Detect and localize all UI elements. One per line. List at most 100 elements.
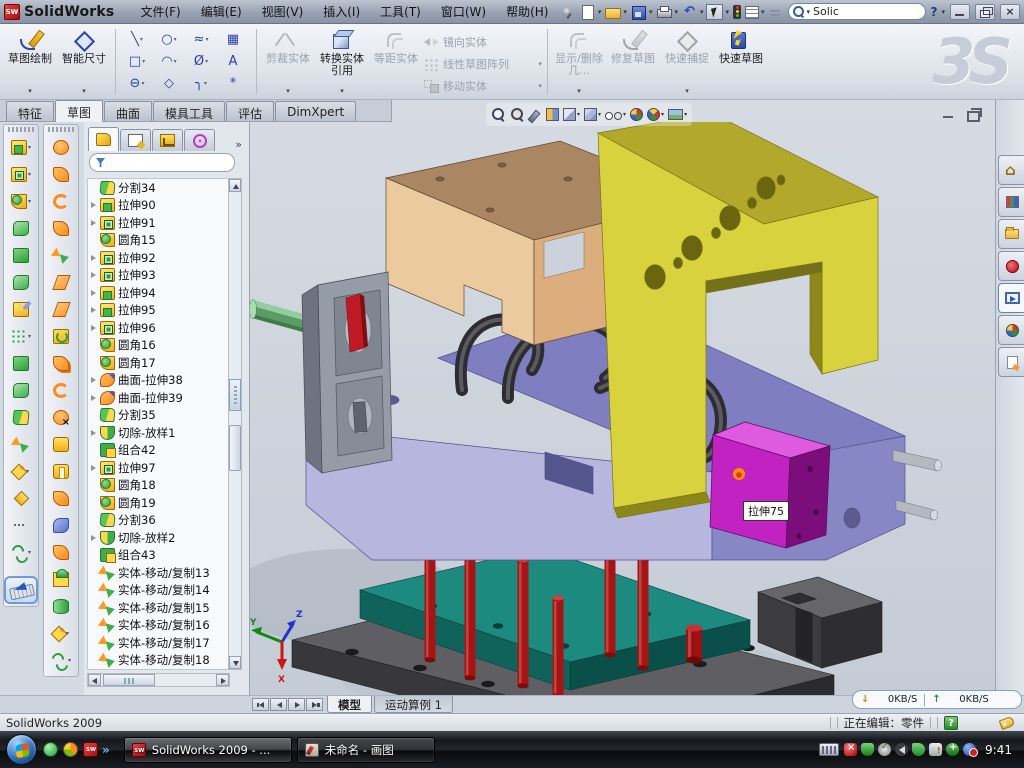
ribbon-tab[interactable]: 评估 (226, 101, 274, 121)
tree-item[interactable]: 拉伸95 (90, 302, 229, 320)
menu-item[interactable]: 帮助(H) (498, 1, 556, 22)
dropdown-arrow-icon[interactable]: ▾ (141, 80, 144, 87)
doc-tab[interactable]: 运动算例 1 (374, 696, 453, 713)
tool-button[interactable] (45, 566, 77, 593)
restore-button[interactable] (975, 4, 995, 20)
sketch-entity-button[interactable]: A (217, 51, 249, 72)
quick-tips-icon[interactable]: ? (944, 716, 958, 730)
model-exploded-view[interactable]: Y Z X (250, 122, 995, 695)
tool-button[interactable] (5, 485, 37, 512)
tree-item[interactable]: 圆角18 (90, 477, 229, 495)
tool-button[interactable] (5, 215, 37, 242)
system-gear-icon[interactable] (878, 743, 891, 756)
measure-tool-button-active[interactable] (4, 576, 38, 604)
convert-entities-button[interactable]: 转换实体引用 ▾ (316, 27, 368, 96)
dropdown-arrow-icon[interactable]: ▾ (28, 333, 31, 340)
tool-button[interactable] (5, 242, 37, 269)
solidworks-shortcut-icon[interactable] (83, 742, 98, 757)
tool-button[interactable] (45, 323, 77, 350)
tool-button[interactable] (45, 431, 77, 458)
tool-button[interactable]: ▾ (45, 647, 77, 674)
first-tab-button[interactable] (252, 698, 269, 711)
tree-item[interactable]: 圆角15 (90, 232, 229, 250)
hide-show-items-button[interactable]: ▾ (605, 110, 626, 120)
menu-item[interactable]: 文件(F) (132, 1, 188, 22)
dropdown-arrow-icon[interactable]: ▾ (174, 58, 177, 65)
dropdown-arrow-icon[interactable]: ▾ (661, 111, 664, 118)
start-button[interactable] (6, 734, 37, 765)
ribbon-tab[interactable]: 模具工具 (153, 101, 225, 121)
menu-item[interactable]: 工具(T) (372, 1, 429, 22)
undo-button[interactable]: ↶ (681, 4, 698, 20)
search-input[interactable]: Solic (813, 5, 839, 18)
tag-icon[interactable] (999, 715, 1016, 729)
expand-arrow-icon[interactable] (90, 201, 98, 209)
tool-button[interactable]: ▾ (45, 620, 77, 647)
dropdown-arrow-icon[interactable]: ▾ (28, 171, 31, 178)
minimize-button[interactable] (950, 4, 970, 20)
taskbar-app-button[interactable]: SolidWorks 2009 - ... (124, 737, 292, 763)
launcher-icon[interactable] (63, 742, 78, 757)
tool-button[interactable] (45, 512, 77, 539)
pin-icon[interactable] (559, 4, 576, 20)
tool-button[interactable]: ▾ (5, 458, 37, 485)
tool-button[interactable] (5, 296, 37, 323)
ribbon-tab[interactable]: DimXpert (275, 101, 356, 121)
tool-button[interactable] (5, 512, 37, 539)
tool-button[interactable]: ▾ (5, 134, 37, 161)
expand-arrow-icon[interactable] (90, 289, 98, 297)
tool-button[interactable] (45, 593, 77, 620)
tree-item[interactable]: 实体-移动/复制15 (90, 599, 229, 617)
tree-item[interactable]: 分割36 (90, 512, 229, 530)
tree-item[interactable]: 圆角17 (90, 354, 229, 372)
sketch-entity-button[interactable]: ◇ (153, 73, 185, 94)
expand-arrow-icon[interactable] (90, 306, 98, 314)
expand-arrow-icon[interactable] (90, 324, 98, 332)
dropdown-arrow-icon[interactable]: ▾ (28, 87, 32, 96)
scrollbar-thumb[interactable] (229, 425, 241, 471)
expand-arrow-icon[interactable] (90, 254, 98, 262)
help-button[interactable]: ? (929, 5, 940, 19)
dropdown-arrow-icon[interactable]: ▾ (205, 58, 208, 65)
edit-appearance-button[interactable] (630, 108, 643, 121)
rapid-sketch-button[interactable]: 快速草图 (715, 27, 767, 96)
print-button[interactable] (655, 4, 672, 20)
dropdown-arrow-icon[interactable]: ▾ (68, 657, 71, 664)
magnify-button[interactable] (529, 108, 542, 121)
tool-button[interactable] (45, 377, 77, 404)
tool-button[interactable] (5, 431, 37, 458)
tree-item[interactable]: 组合42 (90, 442, 229, 460)
model-insert-block-magenta[interactable] (710, 422, 830, 548)
dropdown-arrow-icon[interactable]: ▾ (577, 111, 580, 118)
menu-item[interactable]: 视图(V) (254, 1, 312, 22)
doc-close-button[interactable]: × (988, 106, 995, 122)
toolbar-drag-handle[interactable] (48, 127, 74, 132)
tree-item[interactable]: 分割35 (90, 407, 229, 425)
save-button[interactable] (630, 4, 647, 20)
file-explorer-tab[interactable] (998, 219, 1024, 249)
expand-arrow-icon[interactable] (90, 394, 98, 402)
open-file-button[interactable] (604, 4, 621, 20)
apply-scene-button[interactable]: ▾ (647, 108, 664, 121)
menu-item[interactable]: 窗口(W) (433, 1, 494, 22)
tool-button[interactable]: ▾ (5, 188, 37, 215)
doc-tab[interactable]: 模型 (327, 696, 372, 713)
tree-item[interactable]: 曲面-拉伸38 (90, 372, 229, 390)
sketch-entity-button[interactable]: ◠▾ (153, 51, 185, 72)
sketch-entity-button[interactable]: * (217, 73, 249, 94)
sketch-entity-button[interactable]: ▦ (217, 29, 249, 50)
dropdown-arrow-icon[interactable]: ▾ (623, 111, 626, 118)
quick-launch-expand-icon[interactable]: » (102, 743, 110, 757)
design-library-tab[interactable] (998, 187, 1024, 217)
dropdown-arrow-icon[interactable]: ▾ (684, 111, 687, 118)
tool-button[interactable] (45, 350, 77, 377)
zoom-fit-button[interactable] (491, 107, 506, 122)
input-method-icon[interactable] (819, 743, 839, 756)
messenger-icon[interactable] (43, 742, 58, 757)
tree-filter-input[interactable] (89, 153, 235, 172)
tree-item[interactable]: 实体-移动/复制14 (90, 582, 229, 600)
tree-item[interactable]: 拉伸91 (90, 214, 229, 232)
scroll-up-button[interactable] (229, 179, 241, 192)
dropdown-arrow-icon[interactable]: ▾ (28, 549, 31, 556)
sketch-button[interactable]: 草图绘制 ▾ (4, 27, 56, 96)
